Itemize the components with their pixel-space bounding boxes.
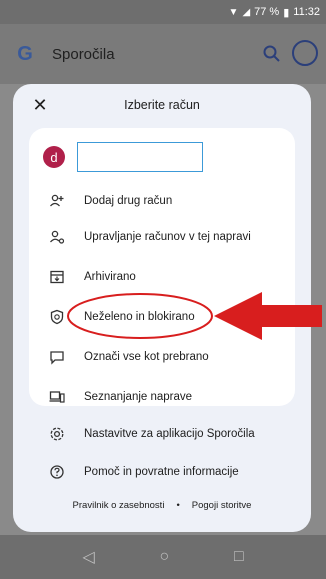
menu-label: Dodaj drug račun (84, 195, 173, 207)
wifi-icon: ▼ (228, 6, 239, 18)
add-account-icon (50, 194, 64, 207)
manage-accounts-icon (50, 230, 65, 244)
account-icon[interactable] (292, 40, 318, 66)
back-icon[interactable]: ◁ (82, 547, 94, 567)
terms-link[interactable]: Pogoji storitve (192, 500, 252, 511)
avatar: d (43, 146, 65, 168)
menu-label: Upravljanje računov v tej napravi (84, 231, 251, 243)
account-name-field (77, 142, 203, 172)
mark-read-icon (50, 351, 64, 365)
battery-level: 77 % (254, 6, 280, 18)
menu-label: Neželeno in blokirano (84, 311, 195, 323)
add-account-item[interactable]: Dodaj drug račun (29, 183, 295, 219)
recents-icon[interactable]: □ (234, 548, 244, 566)
menu-label: Pomoč in povratne informacije (84, 466, 239, 478)
search-icon[interactable] (262, 44, 282, 64)
privacy-policy-link[interactable]: Pravilnik o zasebnosti (73, 500, 165, 511)
account-card: d Dodaj drug račun Upravljanje računov v… (29, 128, 295, 406)
current-account[interactable]: d (43, 138, 283, 176)
dialog-footer: Pravilnik o zasebnosti • Pogoji storitve (13, 500, 311, 511)
dialog-header: ✕ Izberite račun (13, 84, 311, 124)
help-item[interactable]: Pomoč in povratne informacije (13, 454, 311, 490)
status-bar: ▼ ◢ 77 % ▮ 11:32 (0, 0, 326, 24)
devices-icon (49, 391, 65, 403)
archived-item[interactable]: Arhivirano (29, 259, 295, 295)
signal-icon: ◢ (242, 6, 251, 18)
app-bar: G Sporočila (0, 24, 326, 84)
battery-icon: ▮ (283, 6, 290, 19)
settings-item[interactable]: Nastavitve za aplikacijo Sporočila (13, 416, 311, 452)
spam-blocked-item[interactable]: Neželeno in blokirano (29, 299, 295, 335)
clock: 11:32 (293, 6, 320, 18)
device-pairing-item[interactable]: Seznanjanje naprave (29, 379, 295, 415)
account-chooser-dialog: ✕ Izberite račun d Dodaj drug račun Upra… (13, 84, 311, 532)
home-icon[interactable]: ○ (159, 548, 169, 566)
menu-label: Arhivirano (84, 271, 136, 283)
navigation-bar: ◁ ○ □ (0, 535, 326, 579)
help-icon (50, 465, 64, 479)
gear-icon (50, 427, 64, 441)
google-logo-icon: G (17, 42, 33, 65)
dialog-title: Izberite račun (124, 98, 200, 112)
footer-separator: • (176, 500, 180, 511)
app-title: Sporočila (52, 45, 115, 63)
manage-accounts-item[interactable]: Upravljanje računov v tej napravi (29, 219, 295, 255)
menu-label: Nastavitve za aplikacijo Sporočila (84, 428, 255, 440)
menu-label: Označi vse kot prebrano (84, 351, 209, 363)
mark-all-read-item[interactable]: Označi vse kot prebrano (29, 339, 295, 375)
menu-label: Seznanjanje naprave (84, 391, 193, 403)
archive-icon (50, 270, 64, 284)
shield-icon (50, 309, 64, 325)
